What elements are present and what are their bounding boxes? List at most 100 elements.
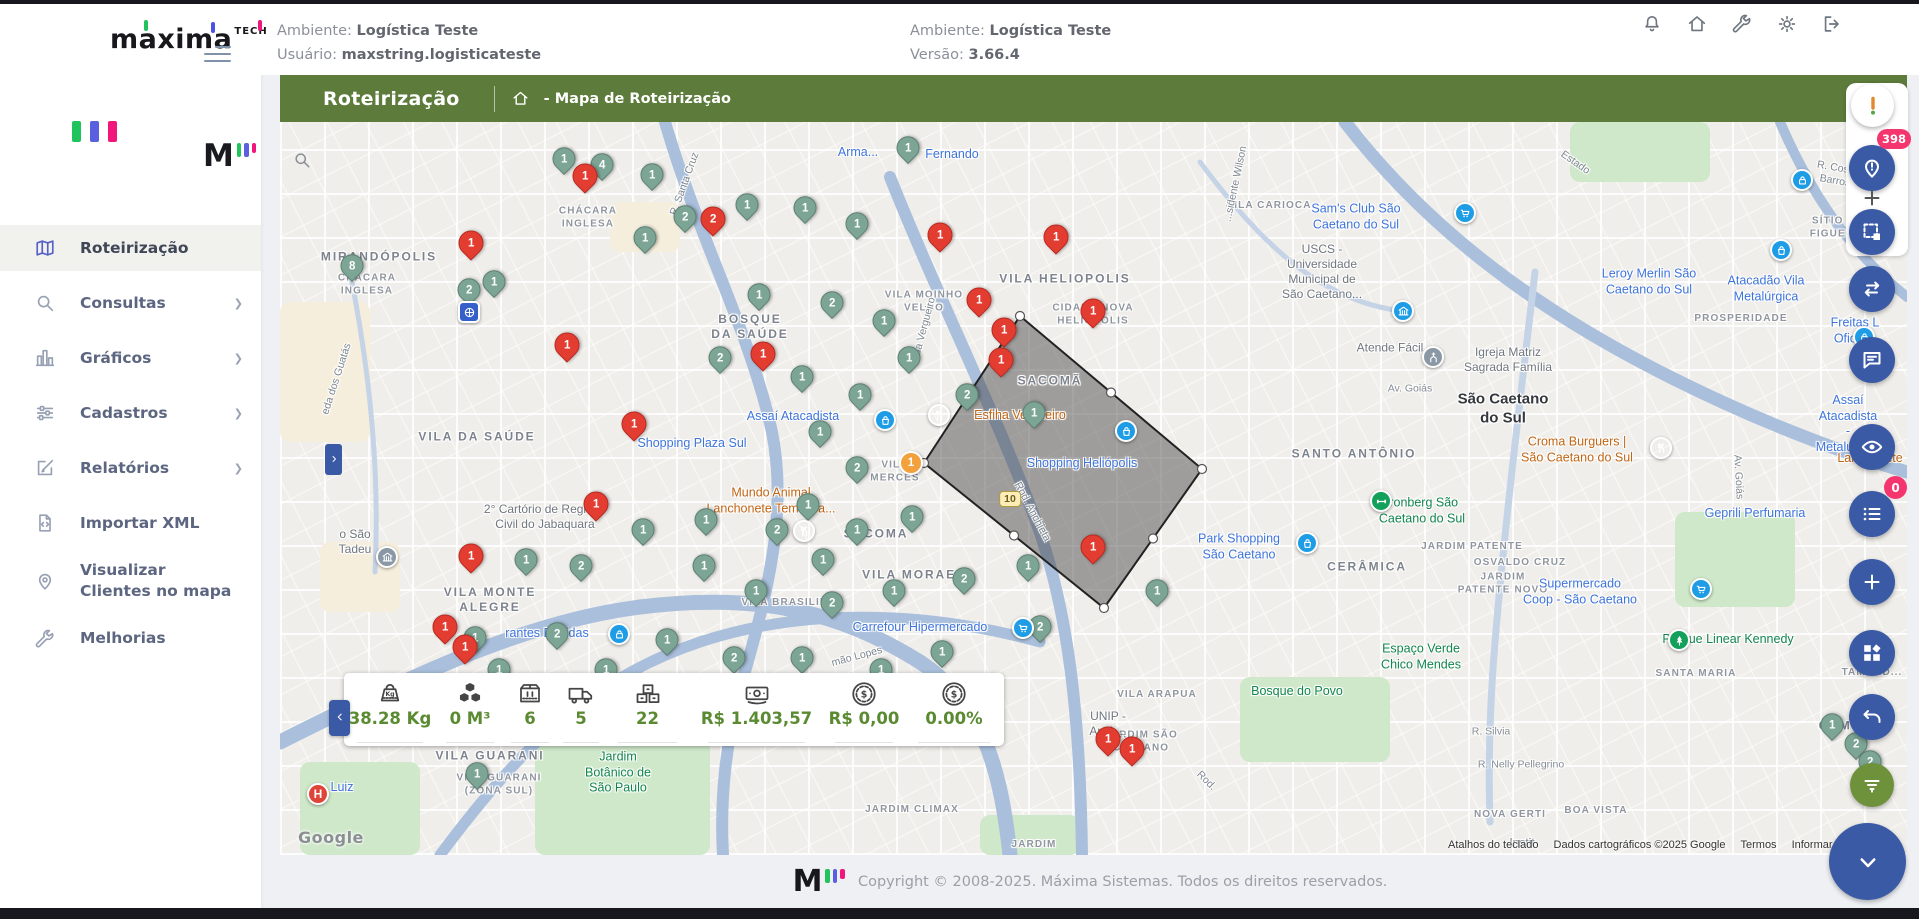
settings-gear-icon[interactable] <box>1776 13 1798 35</box>
client-marker[interactable]: 2 <box>816 287 849 320</box>
alerts-button[interactable] <box>1851 84 1894 127</box>
poi-cart-marker[interactable] <box>1690 578 1712 600</box>
client-marker[interactable]: 2 <box>761 514 794 547</box>
client-marker-red[interactable]: 1 <box>983 342 1018 377</box>
sidebar-item-relat-rios[interactable]: Relatórios❯ <box>0 445 261 491</box>
client-marker[interactable]: 1 <box>478 266 511 299</box>
client-marker[interactable]: 1 <box>636 159 669 192</box>
swap-routes-button[interactable] <box>1849 266 1895 312</box>
client-marker-red[interactable]: 1 <box>1038 219 1073 254</box>
poi-bag-marker[interactable] <box>1296 532 1318 554</box>
client-marker[interactable]: 1 <box>893 342 926 375</box>
poi-h-marker[interactable]: H <box>307 783 329 805</box>
client-marker-orange[interactable]: 1 <box>899 451 923 475</box>
poi-dumbbell-marker[interactable] <box>1370 490 1392 512</box>
client-marker[interactable]: 2 <box>951 379 984 412</box>
client-marker[interactable]: 1 <box>786 361 819 394</box>
client-marker-red[interactable]: 1 <box>616 406 651 441</box>
sidebar-item-gr-ficos[interactable]: Gráficos❯ <box>0 335 261 381</box>
map-attribution-item[interactable]: Atalhos do teclado <box>1448 839 1539 851</box>
client-marker-red[interactable]: 1 <box>1075 529 1110 564</box>
client-marker[interactable]: 1 <box>878 575 911 608</box>
add-button[interactable] <box>1849 559 1895 605</box>
list-button[interactable] <box>1849 491 1895 537</box>
poi-school-marker[interactable] <box>1392 300 1414 322</box>
poi-lock-marker[interactable] <box>1791 169 1813 191</box>
poi-museum-marker[interactable] <box>376 546 398 568</box>
client-marker[interactable]: 1 <box>792 489 825 522</box>
client-marker-red[interactable]: 1 <box>961 282 996 317</box>
chat-button[interactable] <box>1849 337 1895 383</box>
poi-bag-marker[interactable] <box>874 409 896 431</box>
logout-icon[interactable] <box>1821 13 1843 35</box>
sidebar-item-consultas[interactable]: Consultas❯ <box>0 280 261 326</box>
client-marker[interactable]: 1 <box>804 416 837 449</box>
client-marker[interactable]: 1 <box>868 305 901 338</box>
map-attribution-item[interactable]: Dados cartográficos ©2025 Google <box>1554 839 1726 851</box>
client-marker[interactable]: 1 <box>731 189 764 222</box>
undo-button[interactable] <box>1849 694 1895 740</box>
client-marker[interactable]: 1 <box>688 550 721 583</box>
app-logo[interactable]: maximaTECH <box>110 24 268 55</box>
expand-panel-tab[interactable] <box>325 444 342 475</box>
client-marker[interactable]: 1 <box>892 132 925 165</box>
sidebar-item-roteiriza-o[interactable]: Roteirização <box>0 225 261 271</box>
client-marker[interactable]: 1 <box>1141 575 1174 608</box>
client-marker[interactable]: 1 <box>627 514 660 547</box>
poi-bag-marker[interactable] <box>1770 239 1792 261</box>
sidebar-item-importar-xml[interactable]: Importar XML <box>0 500 261 546</box>
pin-alert-button[interactable] <box>1849 145 1895 191</box>
client-marker-red[interactable]: 1 <box>549 327 584 362</box>
map-canvas[interactable]: MIRANDÓPOLISCHÁCARA INGLESACHÁCARA INGLE… <box>280 122 1907 855</box>
breadcrumb-home-icon[interactable] <box>511 89 530 108</box>
client-marker-red[interactable]: 2 <box>695 201 730 236</box>
zoom-in-button[interactable] <box>1860 186 1884 210</box>
visibility-button[interactable] <box>1849 424 1895 470</box>
poi-cart-marker[interactable] <box>1012 617 1034 639</box>
home-icon[interactable] <box>1686 13 1708 35</box>
client-marker[interactable]: 2 <box>541 618 574 651</box>
client-marker[interactable]: 1 <box>807 544 840 577</box>
client-marker[interactable]: 1 <box>896 501 929 534</box>
poi-bag-marker[interactable] <box>1115 420 1137 442</box>
client-marker[interactable]: 1 <box>1816 709 1849 742</box>
client-marker[interactable]: 1 <box>651 624 684 657</box>
client-marker[interactable]: 2 <box>841 452 874 485</box>
client-marker[interactable]: 1 <box>841 514 874 547</box>
client-marker[interactable]: 2 <box>816 587 849 620</box>
filter-button[interactable] <box>1850 763 1894 807</box>
sidebar-item-melhorias[interactable]: Melhorias <box>0 616 261 662</box>
client-marker[interactable]: 2 <box>704 342 737 375</box>
client-marker[interactable]: 1 <box>743 279 776 312</box>
client-marker[interactable]: 1 <box>461 758 494 791</box>
sidebar-item-cadastros[interactable]: Cadastros❯ <box>0 390 261 436</box>
map-search-icon[interactable] <box>292 150 312 170</box>
client-marker[interactable]: 1 <box>926 636 959 669</box>
poi-tree-marker[interactable] <box>1668 629 1690 651</box>
sidebar-item-visualizar-clientes-no-mapa[interactable]: Visualizar Clientes no mapa <box>0 555 261 607</box>
client-marker-red[interactable]: 1 <box>986 312 1021 347</box>
client-marker-red[interactable]: 1 <box>453 225 488 260</box>
client-marker-red[interactable]: 1 <box>1075 293 1110 328</box>
tools-icon[interactable] <box>1731 13 1753 35</box>
menu-toggle-icon[interactable] <box>204 41 231 67</box>
poi-metro-marker[interactable] <box>458 301 480 323</box>
poi-cart-marker[interactable] <box>1454 202 1476 224</box>
client-marker-red[interactable]: 1 <box>922 217 957 252</box>
client-marker[interactable]: 2 <box>718 642 751 675</box>
client-marker[interactable]: 2 <box>565 550 598 583</box>
client-marker[interactable]: 2 <box>948 563 981 596</box>
client-marker[interactable]: 1 <box>629 222 662 255</box>
client-marker[interactable]: 8 <box>336 250 369 283</box>
client-marker[interactable]: 2 <box>669 201 702 234</box>
poi-food-marker[interactable] <box>1650 437 1672 459</box>
client-marker-red[interactable]: 1 <box>453 538 488 573</box>
client-marker[interactable]: 1 <box>740 575 773 608</box>
client-marker[interactable]: 1 <box>789 192 822 225</box>
notifications-bell-icon[interactable] <box>1641 13 1663 35</box>
client-marker[interactable]: 1 <box>1012 550 1045 583</box>
client-marker[interactable]: 1 <box>690 504 723 537</box>
client-marker-red[interactable]: 1 <box>745 336 780 371</box>
map-attribution-item[interactable]: Termos <box>1741 839 1777 851</box>
poi-lock-marker[interactable] <box>608 623 630 645</box>
